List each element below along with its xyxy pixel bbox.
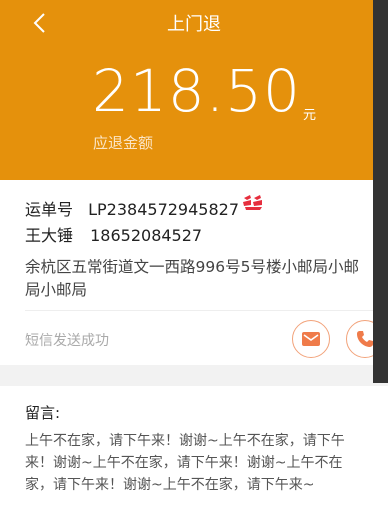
contact-name: 王大锤 bbox=[25, 226, 74, 245]
mail-icon bbox=[302, 332, 320, 346]
refund-amount: 218.50 bbox=[92, 57, 301, 125]
amount-label: 应退金额 bbox=[93, 134, 154, 152]
divider bbox=[25, 310, 373, 311]
waybill-number: LP2384572945827 bbox=[88, 200, 240, 219]
message-title: 留言: bbox=[25, 404, 61, 422]
message-body: 上午不在家，请下午来！谢谢~上午不在家，请下午来！谢谢~上午不在家，请下午来！谢… bbox=[25, 433, 345, 493]
sms-status: 短信发送成功 bbox=[25, 333, 109, 349]
phone-icon bbox=[357, 331, 373, 347]
dangdang-logo-icon bbox=[242, 193, 264, 211]
contact-phone: 18652084527 bbox=[90, 226, 203, 245]
edge-strip bbox=[373, 0, 388, 383]
contact-line: 王大锤 18652084527 bbox=[25, 222, 202, 246]
message-button[interactable] bbox=[292, 320, 330, 358]
waybill-label: 运单号 bbox=[25, 200, 74, 219]
page-title: 上门退 bbox=[167, 14, 221, 35]
address: 余杭区五常街道文一西路996号5号楼小邮局小邮局小邮局 bbox=[25, 258, 359, 299]
waybill-line: 运单号 LP2384572945827 bbox=[25, 196, 239, 220]
amount-unit: 元 bbox=[303, 108, 317, 123]
